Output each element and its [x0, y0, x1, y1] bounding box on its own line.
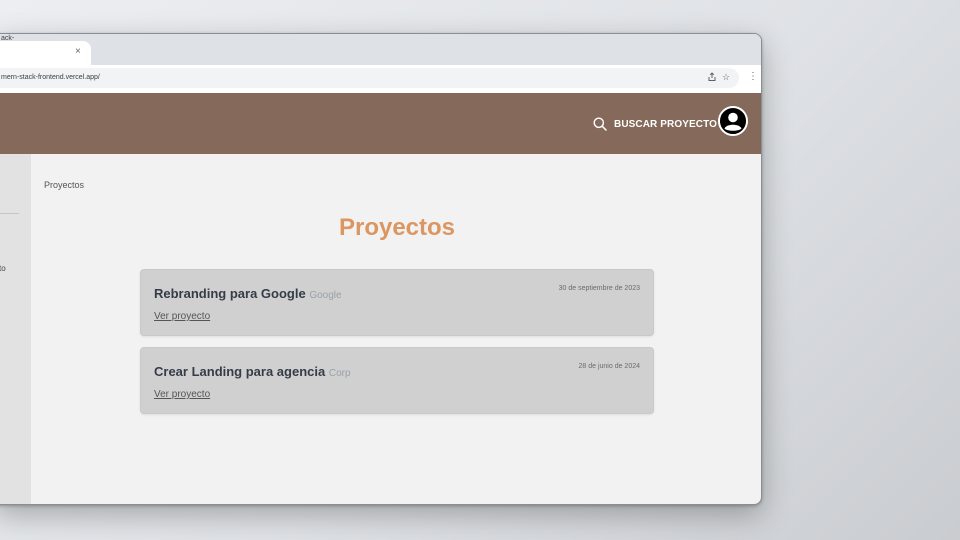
browser-menu-icon[interactable]: ⋮ [748, 72, 758, 82]
share-icon[interactable] [707, 72, 717, 82]
search-button[interactable]: BUSCAR PROYECTO [593, 114, 717, 134]
tab-strip: ack- × [0, 34, 761, 65]
project-name: Rebranding para Google Google [154, 286, 342, 301]
bookmark-star-icon[interactable]: ☆ [722, 71, 730, 83]
browser-tab[interactable]: ack- × [0, 35, 91, 65]
app-header: BUSCAR PROYECTO [0, 93, 761, 154]
project-date: 30 de septiembre de 2023 [558, 285, 640, 292]
sidebar-link-text[interactable]: to [0, 264, 6, 273]
view-project-link[interactable]: Ver proyecto [154, 311, 210, 322]
address-bar[interactable]: mern-stack-frontend.vercel.app/ ☆ [0, 68, 739, 88]
sidebar: to [0, 154, 31, 504]
tab-close-icon[interactable]: × [75, 46, 81, 58]
search-icon [593, 117, 607, 131]
project-client: Corp [328, 368, 351, 379]
main-content: Proyectos Proyectos Rebranding para Goog… [31, 154, 761, 504]
project-date: 28 de junio de 2024 [578, 363, 641, 370]
project-card: Crear Landing para agencia Corp 28 de ju… [140, 347, 654, 414]
tab-title: ack- [1, 35, 15, 42]
search-label: BUSCAR PROYECTO [614, 118, 717, 130]
view-project-link[interactable]: Ver proyecto [154, 389, 210, 400]
url-text[interactable]: mern-stack-frontend.vercel.app/ [1, 73, 100, 83]
project-title: Rebranding para Google [154, 286, 306, 301]
page-title: Proyectos [338, 214, 456, 241]
project-client: Google [309, 290, 342, 301]
user-avatar-icon[interactable] [718, 106, 748, 136]
sidebar-divider [0, 213, 19, 214]
project-name: Crear Landing para agencia Corp [154, 364, 351, 379]
browser-toolbar: mern-stack-frontend.vercel.app/ ☆ ⋮ [0, 65, 761, 94]
project-card: Rebranding para Google Google 30 de sept… [140, 269, 654, 336]
breadcrumb: Proyectos [44, 180, 85, 190]
browser-window: ack- × mern-stack-frontend.vercel.app/ ☆… [0, 33, 762, 505]
project-title: Crear Landing para agencia [154, 364, 326, 379]
